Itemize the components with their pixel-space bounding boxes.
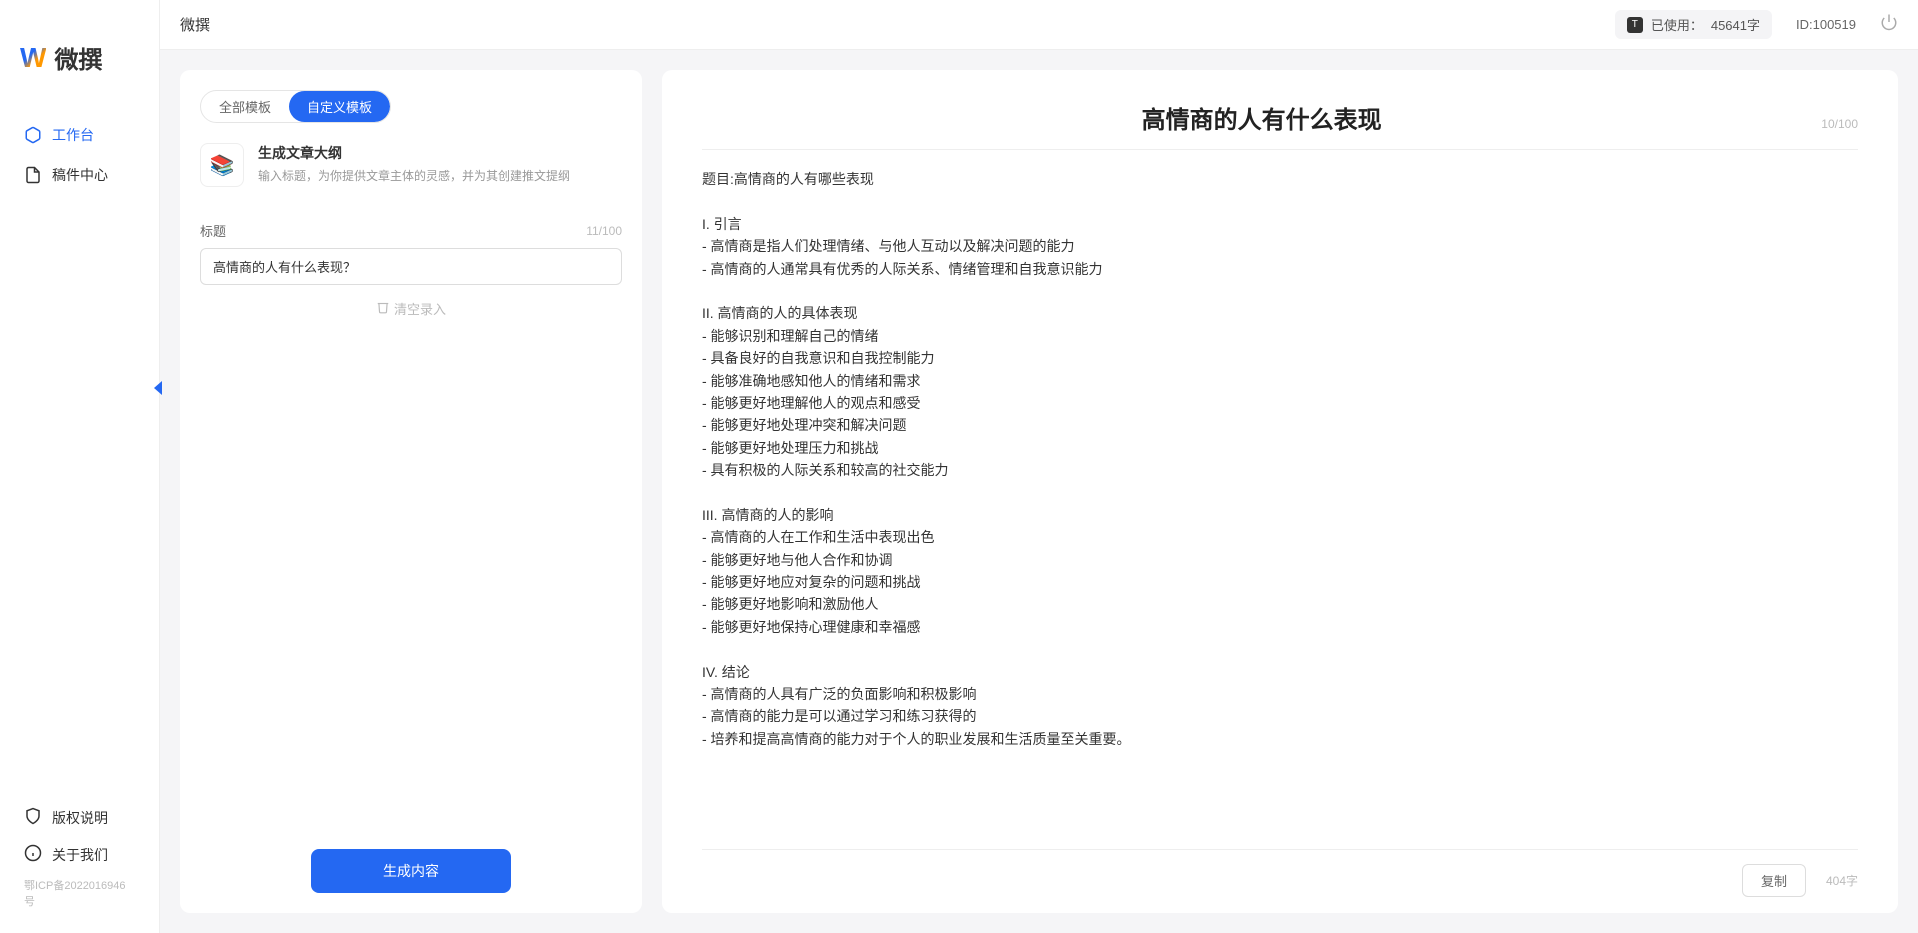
sidebar-item-copyright[interactable]: 版权说明: [0, 799, 159, 836]
nav-label: 工作台: [52, 125, 94, 145]
topbar-title: 微撰: [180, 14, 210, 35]
bottom-label: 关于我们: [52, 845, 108, 865]
sidebar-collapse-handle[interactable]: [151, 376, 167, 400]
left-panel: 全部模板 自定义模板 📚 生成文章大纲 输入标题，为你提供文章主体的灵感，并为其…: [180, 70, 642, 913]
usage-badge[interactable]: T 已使用： 45641字: [1615, 10, 1772, 39]
field-label: 标题: [200, 221, 226, 240]
document-icon: [24, 166, 42, 184]
power-icon[interactable]: [1880, 13, 1898, 36]
generate-button[interactable]: 生成内容: [311, 849, 511, 893]
article-body[interactable]: 题目:高情商的人有哪些表现 I. 引言 - 高情商是指人们处理情绪、与他人互动以…: [702, 168, 1858, 849]
logo-icon: W: [20, 42, 46, 74]
title-count: 10/100: [1821, 117, 1858, 131]
clear-label: 清空录入: [394, 299, 446, 318]
user-id: ID:100519: [1796, 17, 1856, 32]
word-count: 404字: [1826, 872, 1858, 889]
nav-label: 稿件中心: [52, 165, 108, 185]
info-icon: [24, 844, 42, 865]
field-label-row: 标题 11/100: [200, 221, 622, 240]
cube-icon: [24, 126, 42, 144]
logo-text: 微撰: [54, 40, 102, 75]
article-title: 高情商的人有什么表现: [702, 100, 1821, 135]
bottom-label: 版权说明: [52, 808, 108, 828]
clear-input-button[interactable]: 清空录入: [200, 299, 622, 318]
topbar: 微撰 T 已使用： 45641字 ID:100519: [160, 0, 1918, 50]
article-footer: 复制 404字: [702, 849, 1858, 897]
logo: W 微撰: [0, 0, 159, 95]
title-field-group: 标题 11/100 清空录入: [200, 221, 622, 318]
template-icon: 📚: [200, 143, 244, 187]
sidebar-item-drafts[interactable]: 稿件中心: [0, 155, 159, 195]
title-input[interactable]: [200, 248, 622, 285]
sidebar-nav: 工作台 稿件中心: [0, 95, 159, 789]
usage-value: 45641字: [1711, 15, 1760, 34]
tab-all-templates[interactable]: 全部模板: [201, 91, 289, 122]
sidebar-bottom: 版权说明 关于我们 鄂ICP备2022016946号: [0, 789, 159, 933]
main: 微撰 T 已使用： 45641字 ID:100519 全部模板 自定义模板: [160, 0, 1918, 933]
shield-icon: [24, 807, 42, 828]
sidebar: W 微撰 工作台 稿件中心 版权说明: [0, 0, 160, 933]
sidebar-item-about[interactable]: 关于我们: [0, 836, 159, 873]
article-head: 高情商的人有什么表现 10/100: [702, 100, 1858, 150]
tab-custom-templates[interactable]: 自定义模板: [289, 91, 390, 122]
usage-prefix: 已使用：: [1651, 15, 1703, 34]
field-count: 11/100: [586, 224, 622, 238]
template-meta: 生成文章大纲 输入标题，为你提供文章主体的灵感，并为其创建推文提纲: [258, 143, 622, 184]
usage-icon: T: [1627, 17, 1643, 33]
workspace: 全部模板 自定义模板 📚 生成文章大纲 输入标题，为你提供文章主体的灵感，并为其…: [160, 50, 1918, 933]
topbar-right: T 已使用： 45641字 ID:100519: [1615, 10, 1898, 39]
trash-icon: [376, 300, 390, 317]
template-desc: 输入标题，为你提供文章主体的灵感，并为其创建推文提纲: [258, 167, 622, 184]
icp-text: 鄂ICP备2022016946号: [0, 873, 159, 913]
template-card: 📚 生成文章大纲 输入标题，为你提供文章主体的灵感，并为其创建推文提纲: [200, 143, 622, 187]
right-panel: 高情商的人有什么表现 10/100 题目:高情商的人有哪些表现 I. 引言 - …: [662, 70, 1898, 913]
template-tabs: 全部模板 自定义模板: [200, 90, 391, 123]
template-title: 生成文章大纲: [258, 143, 622, 163]
sidebar-item-workspace[interactable]: 工作台: [0, 115, 159, 155]
copy-button[interactable]: 复制: [1742, 864, 1806, 897]
